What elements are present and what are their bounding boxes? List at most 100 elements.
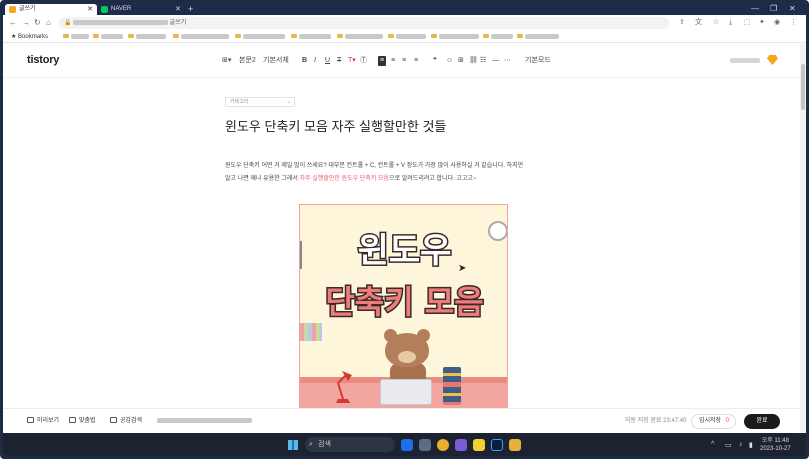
align-right-icon[interactable]: ≡ bbox=[402, 56, 406, 66]
align-justify-icon[interactable]: ≡ bbox=[414, 56, 418, 66]
battery-icon[interactable]: ▮ bbox=[749, 441, 753, 449]
windows-start-icon[interactable] bbox=[288, 440, 298, 450]
bookmarks-button[interactable]: ★ Bookmarks bbox=[11, 31, 48, 43]
tab-naver[interactable]: NAVER ✕ bbox=[97, 4, 185, 15]
divider-icon[interactable]: — bbox=[492, 56, 499, 66]
bear-muzzle bbox=[398, 351, 416, 363]
lock-icon: 🔒 bbox=[64, 20, 72, 26]
align-left-icon[interactable]: ≡ bbox=[378, 56, 387, 66]
align-center-icon[interactable]: ≡ bbox=[391, 56, 395, 66]
font-select[interactable]: 기본서체 bbox=[263, 56, 289, 66]
profile-icon[interactable]: ◉ bbox=[774, 17, 780, 29]
temp-save-button[interactable]: 임시저장 0 bbox=[691, 414, 736, 429]
menu-icon[interactable]: ⋮ bbox=[790, 17, 797, 29]
spacing-button[interactable]: 공감검색 bbox=[110, 417, 142, 426]
preview-button[interactable]: 미리보기 bbox=[27, 417, 59, 426]
taskbar-search-label: 검색 bbox=[318, 441, 331, 448]
reload-icon[interactable]: ↻ bbox=[34, 17, 41, 29]
new-tab-button[interactable]: + bbox=[188, 3, 193, 15]
app-icon[interactable] bbox=[455, 439, 467, 451]
image-title-line1: 윈도우 bbox=[356, 230, 453, 273]
folder-icon bbox=[128, 34, 134, 39]
text-color-icon[interactable]: T▾ bbox=[348, 56, 356, 66]
category-select[interactable]: 카테고리 ⌄ bbox=[225, 97, 295, 107]
temp-save-count: 0 bbox=[725, 418, 729, 424]
spellcheck-button[interactable]: 맞춤법 bbox=[69, 417, 96, 426]
file-explorer-icon[interactable] bbox=[509, 439, 521, 451]
close-window-icon[interactable]: ✕ bbox=[789, 3, 796, 15]
underline-button[interactable]: U bbox=[325, 56, 330, 66]
photoshop-icon[interactable] bbox=[491, 439, 503, 451]
minimize-icon[interactable]: — bbox=[751, 3, 759, 15]
more-icon[interactable]: ⋯ bbox=[504, 56, 511, 66]
back-icon[interactable]: ← bbox=[9, 17, 17, 29]
close-icon[interactable]: ✕ bbox=[175, 4, 181, 15]
chrome-icon[interactable] bbox=[437, 439, 449, 451]
body-line-1: 윈도우 단축키 어떤 거 제일 많이 쓰세요? 대부분 컨트롤 + C, 컨트롤… bbox=[225, 163, 524, 169]
task-app-icon[interactable] bbox=[419, 439, 431, 451]
preview-label: 미리보기 bbox=[37, 418, 60, 424]
table-icon[interactable]: ⊞ bbox=[458, 56, 464, 66]
forward-icon[interactable]: → bbox=[22, 17, 30, 29]
italic-button[interactable]: I bbox=[314, 56, 316, 66]
done-button[interactable]: 완료 bbox=[744, 414, 780, 429]
mouse-cursor-icon: ➤ bbox=[458, 263, 467, 274]
bookmark-item[interactable] bbox=[483, 31, 513, 43]
user-name-blurred[interactable] bbox=[730, 58, 760, 63]
tab-label: 글쓰기 bbox=[19, 6, 36, 12]
capture-icon[interactable]: ⬚ bbox=[744, 17, 751, 29]
home-icon[interactable]: ⌂ bbox=[46, 17, 51, 29]
tray-time: 오후 11:48 bbox=[761, 438, 789, 444]
maximize-icon[interactable]: ❐ bbox=[770, 3, 777, 15]
bookmark-item[interactable] bbox=[128, 31, 166, 43]
url-input[interactable]: 🔒 글쓰기 bbox=[59, 17, 669, 29]
bookmark-item[interactable] bbox=[93, 31, 123, 43]
strikethrough-button[interactable]: T bbox=[337, 56, 341, 66]
url-suffix: 글쓰기 bbox=[169, 20, 187, 26]
download-icon[interactable]: ⤓ bbox=[729, 17, 732, 29]
tistory-logo[interactable]: tistory bbox=[27, 54, 59, 66]
url-blurred bbox=[73, 19, 168, 25]
bookmark-item[interactable] bbox=[291, 31, 331, 43]
extensions-icon[interactable]: ✦ bbox=[759, 17, 765, 29]
temp-save-label: 임시저장 bbox=[699, 418, 722, 424]
tray-chevron-icon[interactable]: ^ bbox=[711, 441, 714, 448]
editor-mode-select[interactable]: 기본모드 bbox=[525, 56, 551, 66]
tab-write[interactable]: 글쓰기 ✕ bbox=[5, 4, 97, 15]
quote-icon[interactable]: ❝ bbox=[433, 56, 437, 66]
share-icon[interactable]: ⇪ bbox=[679, 17, 685, 29]
bookmark-item[interactable] bbox=[388, 31, 426, 43]
volume-icon[interactable]: ♪ bbox=[739, 441, 743, 448]
bookmark-star-icon[interactable]: ☆ bbox=[713, 17, 719, 29]
bookmark-item[interactable] bbox=[63, 31, 89, 43]
post-body[interactable]: 윈도우 단축키 어떤 거 제일 많이 쓰세요? 대부분 컨트롤 + C, 컨트롤… bbox=[225, 160, 590, 186]
network-icon[interactable]: ▭ bbox=[725, 441, 732, 449]
post-image[interactable]: 윈도우 단축키 모음 ➤ bbox=[299, 204, 508, 409]
emoji-icon[interactable]: ☺ bbox=[446, 56, 453, 66]
bold-button[interactable]: B bbox=[302, 56, 307, 66]
gem-icon[interactable] bbox=[767, 55, 778, 65]
bookmark-item[interactable] bbox=[431, 31, 479, 43]
close-icon[interactable]: ✕ bbox=[87, 4, 93, 15]
bookmark-item[interactable] bbox=[337, 31, 383, 43]
bookmark-item[interactable] bbox=[517, 31, 559, 43]
spacing-icon bbox=[110, 417, 117, 424]
edge-icon[interactable] bbox=[401, 439, 413, 451]
scrollbar-thumb[interactable] bbox=[801, 64, 805, 110]
taskbar-search[interactable]: ⌕ 검색 bbox=[305, 437, 395, 452]
bookmark-item[interactable] bbox=[173, 31, 229, 43]
kakaotalk-icon[interactable] bbox=[473, 439, 485, 451]
book-stack-illustration bbox=[443, 367, 461, 405]
translate-icon[interactable]: 文 bbox=[695, 17, 702, 29]
post-title-input[interactable]: 윈도우 단축키 모음 자주 실행할만한 것들 bbox=[225, 116, 446, 135]
folder-icon bbox=[431, 34, 437, 39]
address-toolbar: ← → ↻ ⌂ 🔒 글쓰기 ⇪ 文 ☆ ⤓ ⬚ ✦ ◉ ⋮ bbox=[3, 15, 806, 31]
list-icon[interactable]: ☷ bbox=[480, 56, 486, 66]
insert-menu-icon[interactable]: ⊞▾ bbox=[222, 56, 231, 66]
link-icon[interactable]: ⛓ bbox=[469, 56, 478, 66]
scrollbar[interactable] bbox=[800, 44, 806, 434]
paragraph-style-select[interactable]: 본문2 bbox=[239, 56, 256, 66]
clock-tray[interactable]: 오후 11:48 2023-10-27 bbox=[760, 437, 791, 453]
text-bg-color-icon[interactable]: Ⓣ bbox=[360, 56, 367, 66]
bookmark-item[interactable] bbox=[235, 31, 285, 43]
